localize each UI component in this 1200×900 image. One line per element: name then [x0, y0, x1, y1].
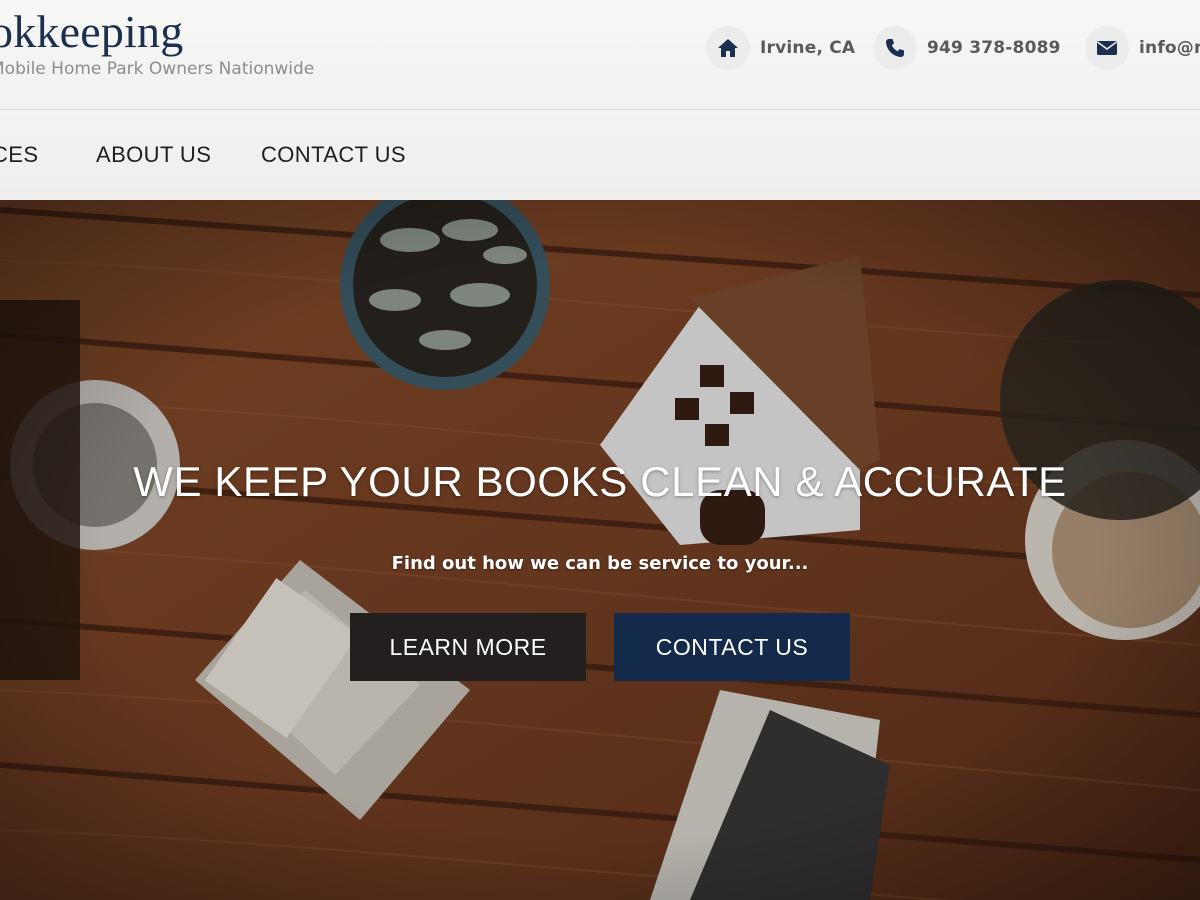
hero-background-image: [0, 200, 1200, 900]
hero-subtitle: Find out how we can be service to your..…: [391, 553, 809, 574]
home-icon: [706, 26, 750, 70]
nav-item-contact-us[interactable]: CONTACT US: [261, 142, 406, 168]
hero-title: WE KEEP YOUR BOOKS CLEAN & ACCURATE: [133, 458, 1067, 505]
envelope-icon: [1085, 26, 1129, 70]
phone-text[interactable]: 949 378-8089: [927, 38, 1061, 58]
brand-tagline: Mobile Home Park Owners Nationwide: [0, 59, 315, 79]
location-text: Irvine, CA: [760, 38, 856, 58]
phone-icon: [873, 26, 917, 70]
contact-phone[interactable]: 949 378-8089: [873, 26, 1061, 70]
nav-item-services[interactable]: CES: [0, 142, 38, 168]
email-text[interactable]: info@m: [1139, 38, 1200, 58]
learn-more-button[interactable]: LEARN MORE: [350, 613, 586, 681]
brand-name[interactable]: okkeeping: [0, 6, 314, 58]
main-nav: CES ABOUT US CONTACT US: [0, 110, 1200, 200]
brand-logo[interactable]: okkeeping Mobile Home Park Owners Nation…: [0, 6, 314, 80]
contact-email[interactable]: info@m: [1085, 26, 1200, 70]
contact-location: Irvine, CA: [706, 26, 855, 70]
nav-item-about-us[interactable]: ABOUT US: [96, 142, 211, 168]
site-header: okkeeping Mobile Home Park Owners Nation…: [0, 0, 1200, 110]
hero-section: WE KEEP YOUR BOOKS CLEAN & ACCURATE Find…: [0, 200, 1200, 900]
contact-us-button[interactable]: CONTACT US: [614, 613, 850, 681]
